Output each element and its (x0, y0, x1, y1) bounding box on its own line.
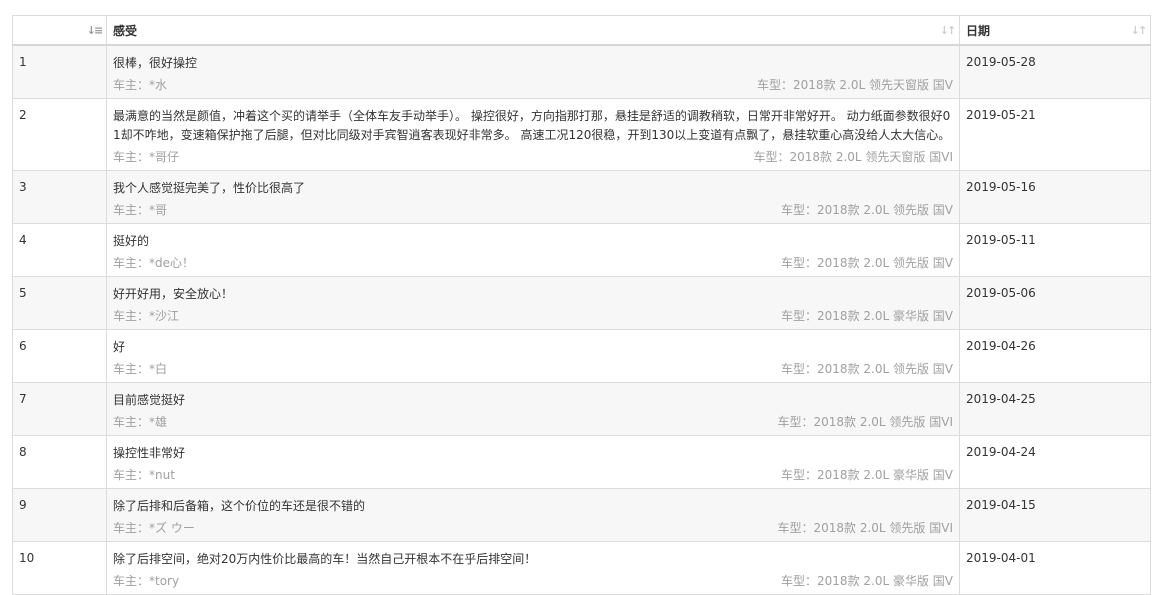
table-row: 8 操控性非常好 车主：*nut 车型：2018款 2.0L 豪华版 国V 2019-0… (12, 435, 1151, 489)
review-cell: 最满意的当然是颜值，冲着这个买的请举手（全体车友手动举手）。 操控很好，方向指那… (106, 98, 960, 171)
row-index: 1 (12, 44, 107, 99)
car-model: 车型：2018款 2.0L 豪华版 国V (781, 468, 953, 482)
row-index: 3 (12, 170, 107, 224)
review-comment: 好开好用，安全放心！ (113, 287, 234, 301)
review-comment: 好 (113, 340, 126, 354)
table-row: 9 除了后排和后备箱，这个价位的车还是很不错的 车主：*ズ ウー 车型：2018款 2… (12, 488, 1151, 542)
sort-numeric-asc-icon[interactable]: ↓≡ (87, 23, 103, 37)
car-model: 车型：2018款 2.0L 领先版 国V (781, 203, 953, 217)
column-header-index[interactable]: ↓≡ (12, 15, 107, 46)
review-comment: 我个人感觉挺完美了，性价比很高了 (113, 181, 306, 195)
table-body: 1 很棒，很好操控 车主：*水 车型：2018款 2.0L 领先天窗版 国V 2019-… (12, 44, 1151, 595)
review-comment: 挺好的 (113, 234, 150, 248)
column-header-feel[interactable]: 感受 ↓↑ (106, 15, 960, 46)
row-index: 2 (12, 98, 107, 171)
review-date: 2019-05-28 (959, 44, 1151, 99)
review-meta: 车主：*沙江 车型：2018款 2.0L 豪华版 国V (113, 307, 953, 325)
column-header-date[interactable]: 日期 ↓↑ (959, 15, 1151, 46)
owner-name: 车主：*沙江 (113, 309, 180, 323)
table-row: 3 我个人感觉挺完美了，性价比很高了 车主：*哥 车型：2018款 2.0L 领先版 … (12, 170, 1151, 224)
row-index: 7 (12, 382, 107, 436)
review-comment: 除了后排空间，绝对20万内性价比最高的车！当然自己开根本不在乎后排空间！ (113, 552, 537, 566)
review-meta: 车主：*ズ ウー 车型：2018款 2.0L 领先版 国VI (113, 519, 953, 537)
review-comment: 很棒，很好操控 (113, 56, 198, 70)
owner-name: 车主：*nut (113, 468, 175, 482)
owner-name: 车主：*白 (113, 362, 168, 376)
table-row: 7 目前感觉挺好 车主：*雄 车型：2018款 2.0L 领先版 国VI 2019-04… (12, 382, 1151, 436)
table-header-row: ↓≡ 感受 ↓↑ 日期 ↓↑ (12, 15, 1151, 46)
review-date: 2019-04-25 (959, 382, 1151, 436)
owner-name: 车主：*tory (113, 574, 180, 588)
car-model: 车型：2018款 2.0L 领先版 国V (781, 362, 953, 376)
car-model: 车型：2018款 2.0L 领先版 国V (781, 256, 953, 270)
reviews-table: ↓≡ 感受 ↓↑ 日期 ↓↑ 1 很棒，很好操控 车主：*水 车型：2018款 2.0… (12, 15, 1151, 595)
row-index: 10 (12, 541, 107, 595)
reviews-table-container: ↓≡ 感受 ↓↑ 日期 ↓↑ 1 很棒，很好操控 车主：*水 车型：2018款 2.0… (12, 15, 1151, 595)
owner-name: 车主：*雄 (113, 415, 168, 429)
owner-name: 车主：*de心！ (113, 256, 195, 270)
feel-header-label: 感受 (113, 23, 138, 38)
review-cell: 好开好用，安全放心！ 车主：*沙江 车型：2018款 2.0L 豪华版 国V (106, 276, 960, 330)
car-model: 车型：2018款 2.0L 豪华版 国V (781, 574, 953, 588)
review-date: 2019-05-16 (959, 170, 1151, 224)
review-date: 2019-05-11 (959, 223, 1151, 277)
review-comment: 操控性非常好 (113, 446, 186, 460)
review-cell: 除了后排和后备箱，这个价位的车还是很不错的 车主：*ズ ウー 车型：2018款 2.… (106, 488, 960, 542)
review-cell: 除了后排空间，绝对20万内性价比最高的车！当然自己开根本不在乎后排空间！ 车主：*… (106, 541, 960, 595)
review-date: 2019-05-21 (959, 98, 1151, 171)
review-meta: 车主：*de心！ 车型：2018款 2.0L 领先版 国V (113, 254, 953, 272)
row-index: 8 (12, 435, 107, 489)
sort-icon[interactable]: ↓↑ (940, 23, 956, 37)
review-cell: 很棒，很好操控 车主：*水 车型：2018款 2.0L 领先天窗版 国V (106, 44, 960, 99)
car-model: 车型：2018款 2.0L 领先天窗版 国VI (753, 150, 953, 164)
row-index: 4 (12, 223, 107, 277)
car-model: 车型：2018款 2.0L 领先天窗版 国V (757, 78, 953, 92)
review-date: 2019-04-01 (959, 541, 1151, 595)
review-comment: 除了后排和后备箱，这个价位的车还是很不错的 (113, 499, 366, 513)
review-cell: 目前感觉挺好 车主：*雄 车型：2018款 2.0L 领先版 国VI (106, 382, 960, 436)
car-model: 车型：2018款 2.0L 领先版 国VI (777, 415, 953, 429)
table-row: 5 好开好用，安全放心！ 车主：*沙江 车型：2018款 2.0L 豪华版 国V 201… (12, 276, 1151, 330)
review-meta: 车主：*tory 车型：2018款 2.0L 豪华版 国V (113, 572, 953, 590)
car-model: 车型：2018款 2.0L 豪华版 国V (781, 309, 953, 323)
review-date: 2019-04-24 (959, 435, 1151, 489)
review-meta: 车主：*雄 车型：2018款 2.0L 领先版 国VI (113, 413, 953, 431)
review-cell: 操控性非常好 车主：*nut 车型：2018款 2.0L 豪华版 国V (106, 435, 960, 489)
table-row: 6 好车主：*白 车型：2018款 2.0L 领先版 国V 2019-04-26 (12, 329, 1151, 383)
review-cell: 我个人感觉挺完美了，性价比很高了 车主：*哥 车型：2018款 2.0L 领先版 国… (106, 170, 960, 224)
review-meta: 车主：*白 车型：2018款 2.0L 领先版 国V (113, 360, 953, 378)
table-row: 4 挺好的车主：*de心！ 车型：2018款 2.0L 领先版 国V 2019-05-… (12, 223, 1151, 277)
review-meta: 车主：*哥仔 车型：2018款 2.0L 领先天窗版 国VI (113, 148, 953, 166)
review-date: 2019-04-26 (959, 329, 1151, 383)
owner-name: 车主：*水 (113, 78, 168, 92)
row-index: 6 (12, 329, 107, 383)
date-header-label: 日期 (966, 23, 991, 38)
row-index: 9 (12, 488, 107, 542)
review-cell: 好车主：*白 车型：2018款 2.0L 领先版 国V (106, 329, 960, 383)
review-date: 2019-04-15 (959, 488, 1151, 542)
review-comment: 目前感觉挺好 (113, 393, 186, 407)
table-row: 2 最满意的当然是颜值，冲着这个买的请举手（全体车友手动举手）。 操控很好，方向指… (12, 98, 1151, 171)
review-cell: 挺好的车主：*de心！ 车型：2018款 2.0L 领先版 国V (106, 223, 960, 277)
owner-name: 车主：*ズ ウー (113, 521, 195, 535)
owner-name: 车主：*哥仔 (113, 150, 180, 164)
review-meta: 车主：*nut 车型：2018款 2.0L 豪华版 国V (113, 466, 953, 484)
owner-name: 车主：*哥 (113, 203, 168, 217)
table-row: 1 很棒，很好操控 车主：*水 车型：2018款 2.0L 领先天窗版 国V 2019-… (12, 44, 1151, 99)
car-model: 车型：2018款 2.0L 领先版 国VI (777, 521, 953, 535)
row-index: 5 (12, 276, 107, 330)
review-meta: 车主：*水 车型：2018款 2.0L 领先天窗版 国V (113, 76, 953, 94)
review-date: 2019-05-06 (959, 276, 1151, 330)
review-meta: 车主：*哥 车型：2018款 2.0L 领先版 国V (113, 201, 953, 219)
table-row: 10 除了后排空间，绝对20万内性价比最高的车！当然自己开根本不在乎后排空间！ 车主… (12, 541, 1151, 595)
review-comment: 最满意的当然是颜值，冲着这个买的请举手（全体车友手动举手）。 操控很好，方向指那… (113, 109, 951, 142)
sort-icon[interactable]: ↓↑ (1131, 23, 1147, 37)
